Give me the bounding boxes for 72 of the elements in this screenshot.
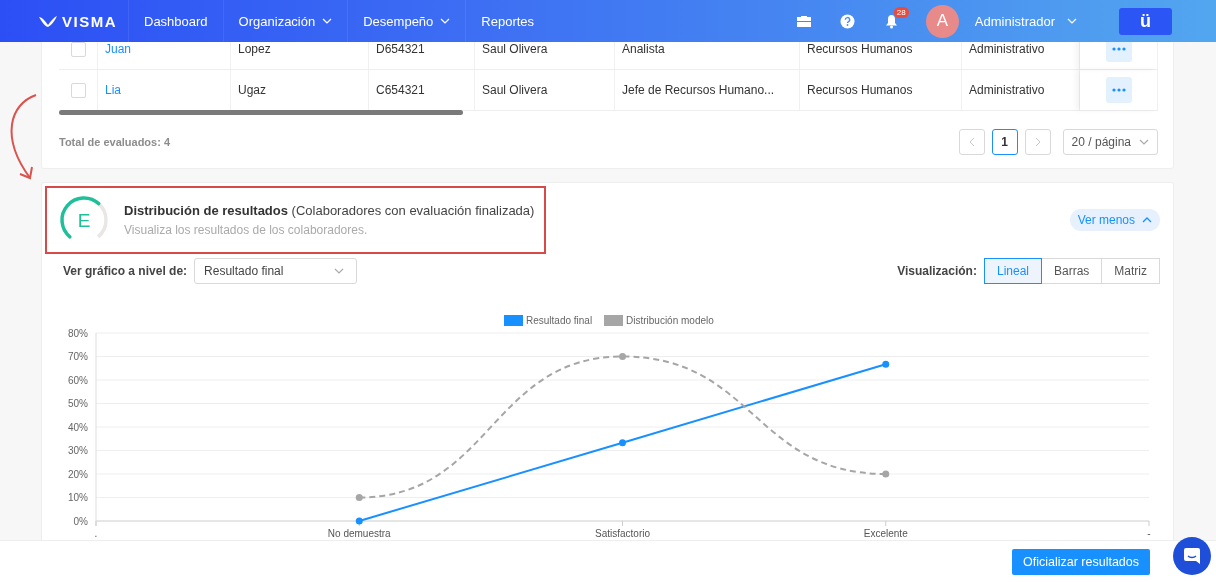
table-cell: Saul Olivera: [482, 83, 548, 97]
more-button[interactable]: [1105, 42, 1132, 62]
table-cell: Saul Olivera: [482, 42, 548, 56]
name-link[interactable]: Lia: [105, 83, 121, 97]
data-point: [355, 517, 363, 525]
more-button[interactable]: [1105, 77, 1132, 103]
table-cell: Administrativo: [969, 83, 1045, 97]
data-point: [355, 494, 363, 501]
collapse-toggle[interactable]: Ver menos: [1069, 209, 1160, 231]
axis-tick-label: 10%: [68, 492, 88, 503]
chevron-left-icon: [968, 137, 975, 147]
briefcase-icon[interactable]: [795, 14, 812, 28]
chevron-right-icon: [1034, 137, 1041, 147]
table-cell: Ugaz: [238, 83, 266, 97]
page-button[interactable]: 1: [991, 129, 1018, 155]
page-size-select[interactable]: 20 / página: [1062, 129, 1158, 155]
axis-category-label: -: [1147, 528, 1151, 539]
axis-tick-label: 20%: [68, 468, 88, 480]
total-count: Total de evaluados: 4: [59, 136, 172, 148]
chevron-up-icon: [1142, 217, 1152, 223]
logo-icon: [38, 14, 58, 28]
table-cell: Recursos Humanos: [807, 83, 913, 97]
table-cell: C654321: [376, 83, 425, 97]
axis-category-label: Satisfactorio: [595, 528, 650, 539]
axis-tick-label: 60%: [68, 374, 88, 386]
submit-button[interactable]: Oficializar resultados: [1012, 548, 1150, 575]
legend-label: Distribución modelo: [626, 315, 714, 326]
table-cell: Lopez: [238, 42, 271, 56]
view-tab[interactable]: Lineal: [983, 258, 1042, 284]
data-point: [882, 360, 890, 368]
chat-icon: [1183, 547, 1201, 565]
bell-icon[interactable]: [885, 13, 899, 29]
row-checkbox[interactable]: [70, 82, 86, 98]
axis-tick-label: 30%: [68, 445, 88, 456]
section-title: Distribución de resultados (Colaboradores con evaluación finalizada): [124, 203, 535, 218]
table-cell: Recursos Humanos: [807, 42, 913, 56]
data-point: [619, 353, 626, 360]
chevron-down-icon: [1139, 139, 1149, 145]
more-icon: [1111, 88, 1126, 92]
user-menu[interactable]: Administrador: [968, 12, 1083, 30]
notification-badge: 28: [893, 7, 909, 18]
axis-tick-label: 50%: [68, 398, 88, 409]
help-icon[interactable]: [840, 13, 856, 29]
data-point: [619, 439, 626, 447]
horizontal-scrollbar[interactable]: [59, 110, 463, 115]
row-checkbox[interactable]: [70, 42, 86, 57]
section-subtitle: Visualiza los resultados de los colaboradores.: [124, 223, 369, 237]
axis-category-label: No demuestra: [327, 528, 391, 539]
data-point: [882, 470, 890, 478]
table-cell: D654321: [376, 42, 425, 56]
legend-label: Resultado final: [526, 315, 593, 326]
axis-tick-label: 70%: [68, 351, 88, 362]
view-label: Visualización:: [897, 264, 977, 278]
name-link[interactable]: Juan: [105, 42, 132, 56]
axis-tick-label: 40%: [68, 421, 88, 433]
view-tab[interactable]: Barras: [1041, 258, 1103, 284]
table-cell: Analista: [622, 42, 665, 56]
chevron-down-icon: [334, 268, 345, 274]
axis-tick-label: 80%: [68, 327, 88, 339]
level-select[interactable]: Resultado final: [194, 258, 358, 284]
axis-category-label: Excelente: [863, 528, 908, 539]
avatar[interactable]: A: [925, 4, 959, 38]
view-tab[interactable]: Matriz: [1101, 258, 1160, 284]
more-icon: [1111, 47, 1126, 51]
table-cell: Jefe de Recursos Humano...: [622, 83, 775, 97]
table-cell: Administrativo: [969, 42, 1045, 56]
logo-text: VISMA: [62, 12, 117, 30]
level-label: Ver gráfico a nivel de:: [63, 264, 188, 278]
axis-category-label: .: [94, 528, 98, 539]
axis-tick-label: 0%: [73, 515, 88, 527]
chevron-down-icon: [1067, 18, 1077, 24]
app-button[interactable]: ü: [1119, 7, 1172, 35]
